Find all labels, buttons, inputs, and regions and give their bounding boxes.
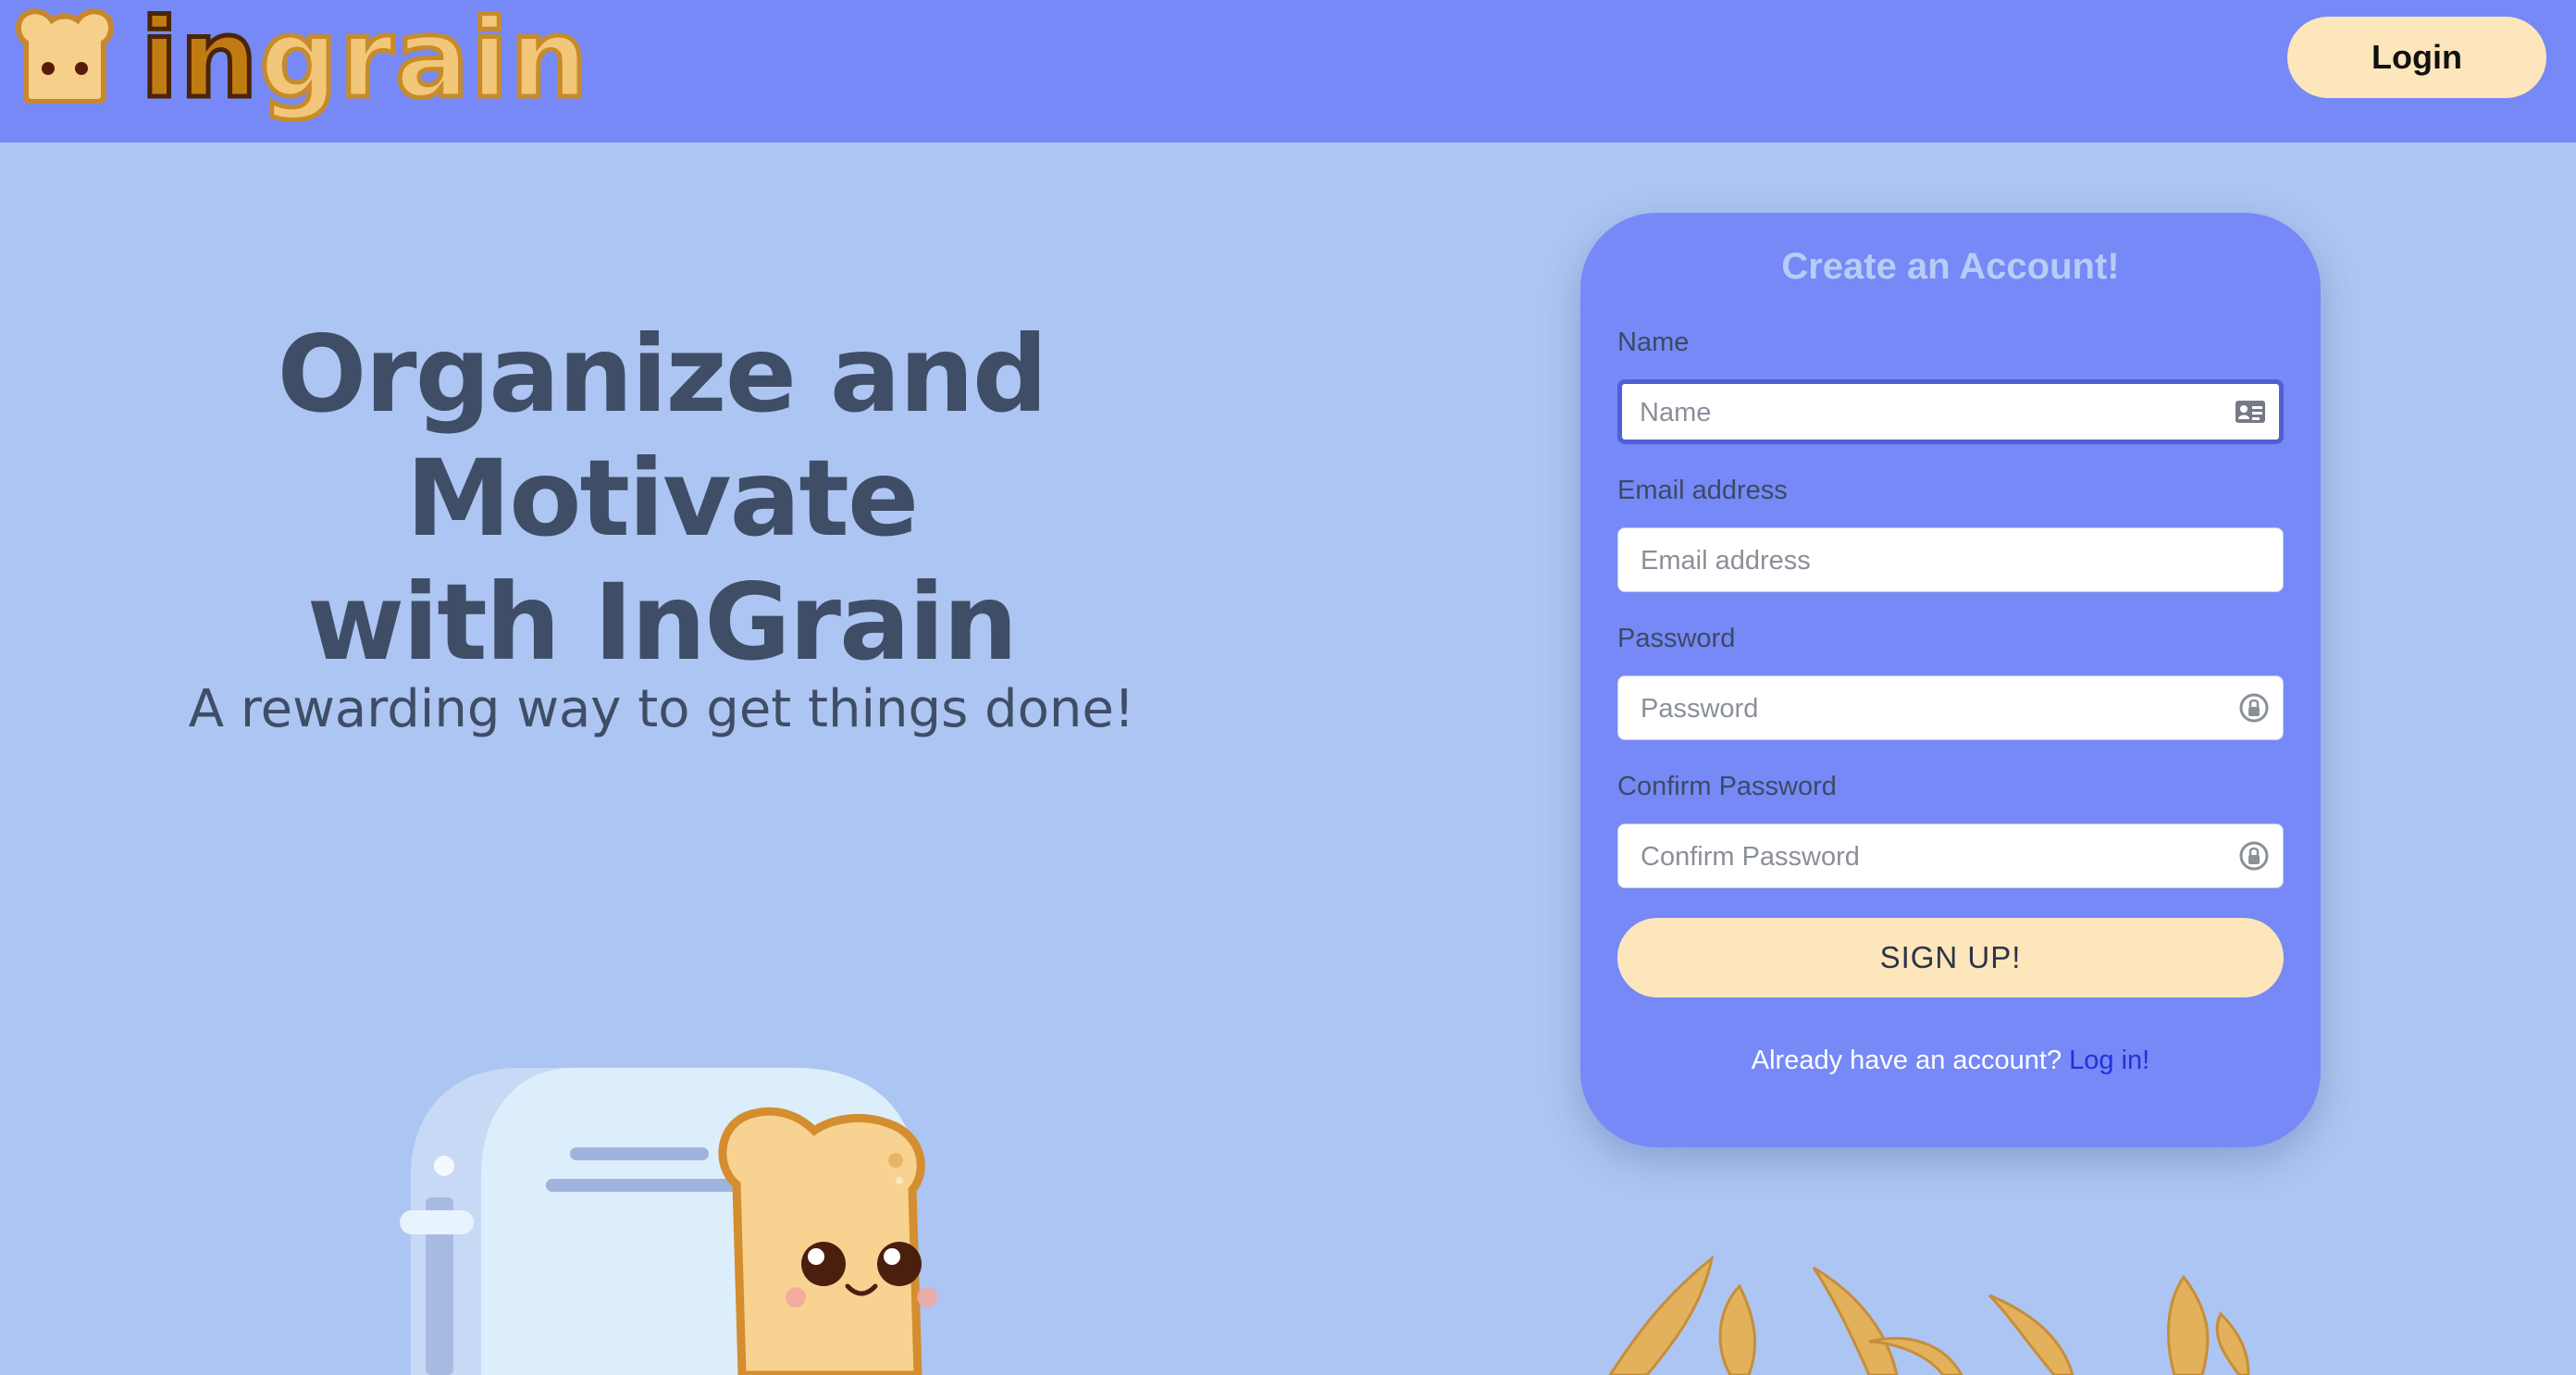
wheat-decoration-icon: [1608, 1255, 2250, 1375]
name-field-label: Name: [1617, 328, 1690, 357]
hero-title: Organize and Motivate with InGrain: [28, 313, 1295, 685]
signup-card-title: Create an Account!: [1781, 246, 2120, 287]
password-input[interactable]: [1639, 676, 2198, 741]
login-prompt-text: Already have an account?: [1751, 1046, 2062, 1075]
name-input[interactable]: [1638, 384, 2197, 441]
toaster-illustration: [400, 1068, 937, 1375]
hero-title-line-1: Organize and Motivate: [277, 313, 1048, 560]
brand-wordmark: ingrain: [138, 0, 590, 128]
top-navbar: ingrain Login: [0, 0, 2576, 142]
wordmark-grain: grain: [257, 0, 590, 125]
signup-button[interactable]: SIGN UP!: [1617, 918, 2284, 997]
password-field: [1617, 675, 2284, 741]
login-prompt: Already have an account? Log in!: [1580, 1046, 2321, 1076]
hero-subtitle: A rewarding way to get things done!: [188, 679, 1135, 739]
name-field: [1617, 379, 2284, 444]
confirm-password-input[interactable]: [1639, 824, 2198, 889]
smiling-toast-icon: [718, 1107, 937, 1375]
login-button[interactable]: Login: [2287, 17, 2546, 98]
email-field: [1617, 527, 2284, 593]
password-key-icon[interactable]: [2238, 840, 2270, 872]
email-input[interactable]: [1639, 528, 2198, 593]
password-key-icon[interactable]: [2238, 692, 2270, 724]
confirm-password-field: [1617, 824, 2284, 889]
hero-title-line-2: with InGrain: [306, 561, 1018, 684]
password-field-label: Password: [1617, 624, 1736, 653]
confirm-password-field-label: Confirm Password: [1617, 772, 1837, 801]
email-field-label: Email address: [1617, 476, 1788, 505]
contact-card-icon[interactable]: [2235, 396, 2266, 427]
signup-card: Create an Account! Name Email address Pa…: [1580, 213, 2321, 1147]
toast-logo-icon: [16, 8, 114, 104]
login-link[interactable]: Log in!: [2069, 1046, 2149, 1075]
wordmark-in: in: [138, 0, 260, 125]
